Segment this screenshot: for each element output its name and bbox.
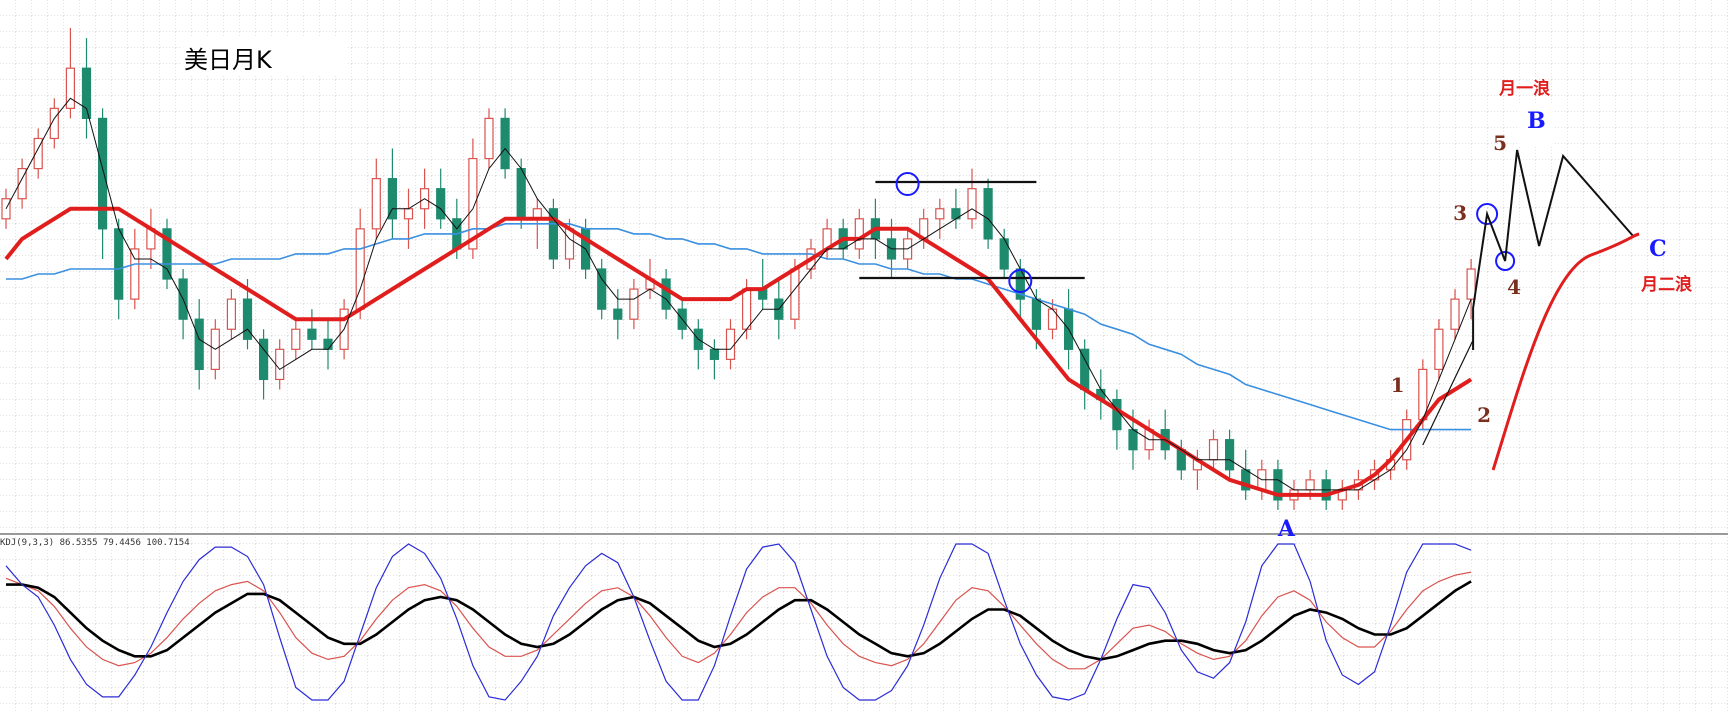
candle-body (500, 117, 510, 170)
chart-svg: A B C 1 2 3 4 5 月一浪月二浪 (0, 0, 1728, 712)
wave-label-month-wave-one: 月一浪 (1498, 78, 1550, 99)
wave-label-2: 2 (1477, 403, 1491, 427)
candle-body (114, 228, 124, 300)
candle-body (1112, 398, 1122, 431)
candle-body (709, 348, 720, 360)
wave-label-1: 1 (1391, 373, 1405, 397)
candle-body (597, 268, 607, 310)
main-panel-bg (0, 0, 1728, 532)
chart-title: 美日月K (184, 46, 272, 74)
candle-body (935, 208, 945, 220)
candle-body (1031, 298, 1042, 330)
chart-root: A B C 1 2 3 4 5 月一浪月二浪 美日月K KDJ(9,3,3) 86.5355 7… (0, 0, 1728, 712)
candle-body (1128, 429, 1138, 451)
wave-label-3: 3 (1453, 201, 1467, 225)
wave-label-c: C (1649, 236, 1667, 262)
candle-body (1434, 328, 1444, 370)
candle-body (1080, 348, 1090, 391)
candle-body (790, 268, 800, 320)
candle-body (725, 328, 736, 360)
wave-label-5: 5 (1493, 131, 1507, 155)
candle-body (1305, 479, 1315, 491)
candle-body (307, 328, 317, 340)
candle-body (484, 117, 494, 160)
wave-label-b: B (1527, 108, 1546, 134)
candle-body (194, 318, 204, 371)
candle-body (226, 298, 236, 330)
candle-body (548, 208, 559, 260)
candle-body (983, 188, 993, 240)
wave-label-month-wave-two: 月二浪 (1640, 274, 1692, 295)
candle-body (291, 328, 301, 350)
candle-body (275, 348, 285, 381)
candle-body (1208, 439, 1219, 461)
candle-body (81, 67, 92, 119)
candle-body (1450, 298, 1460, 330)
candle-body (613, 308, 623, 320)
candle-body (741, 288, 752, 330)
wave-label-a: A (1277, 516, 1296, 542)
candle-body (1466, 268, 1476, 300)
candle-body (387, 178, 397, 220)
candle-body (371, 178, 381, 230)
wave-label-4: 4 (1507, 275, 1521, 299)
candle-body (629, 288, 639, 320)
candle-body (661, 278, 671, 310)
candle-body (854, 218, 864, 250)
candle-body (967, 188, 977, 220)
candle-body (516, 168, 526, 220)
candle-body (97, 117, 108, 230)
candle-body (564, 228, 575, 260)
indicator-panel-bg (0, 536, 1728, 712)
candle-body (1224, 439, 1235, 471)
candle-body (130, 248, 140, 300)
candle-body (323, 338, 333, 350)
indicator-label: KDJ(9,3,3) 86.5355 79.4456 100.7154 (0, 538, 190, 548)
candle-body (436, 188, 446, 220)
candle-body (403, 208, 414, 220)
